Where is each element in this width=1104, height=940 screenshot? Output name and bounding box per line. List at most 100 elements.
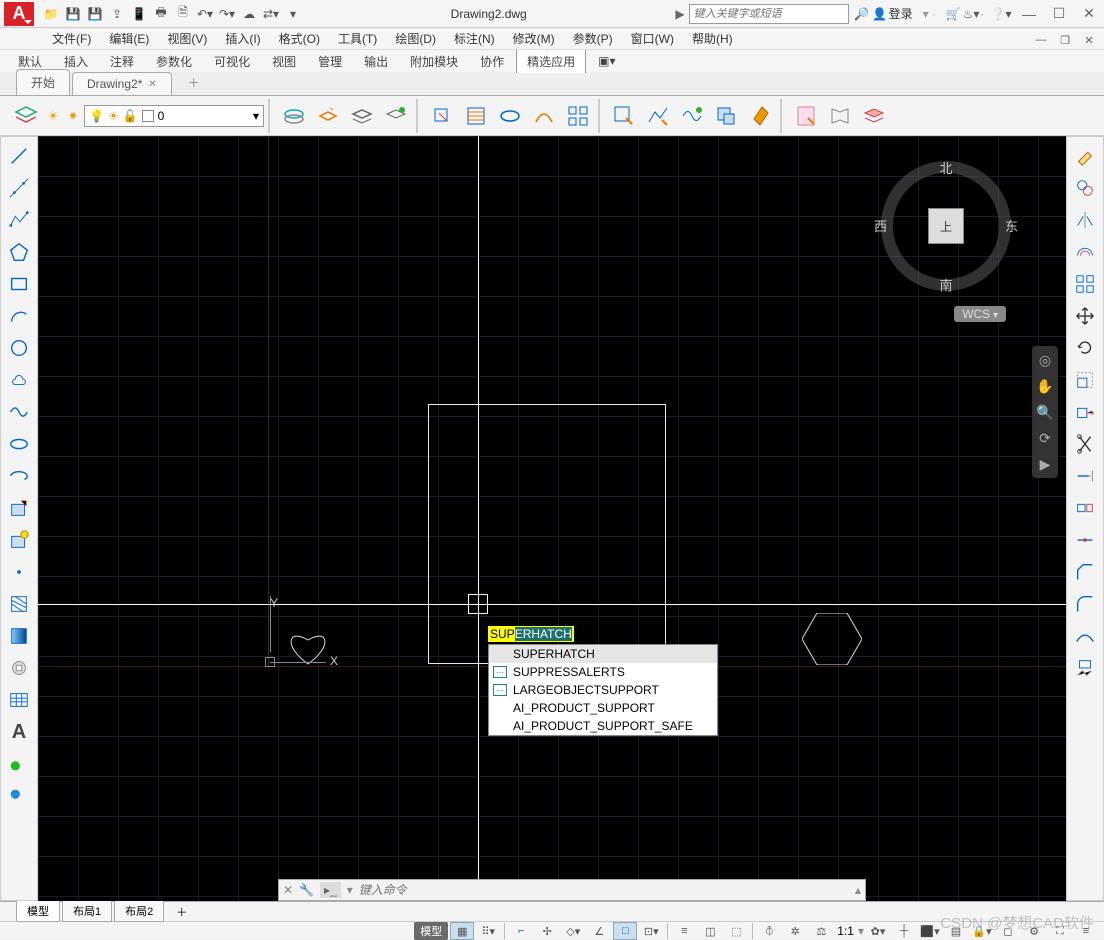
maximize-button[interactable]: ☐ (1048, 4, 1070, 24)
menu-tools[interactable]: 工具(T) (330, 28, 385, 49)
rtab-annotate[interactable]: 注释 (100, 50, 144, 73)
autocomplete-item[interactable]: ⋯SUPPRESSALERTS (489, 663, 717, 681)
open-icon[interactable]: 📁 (42, 5, 60, 23)
doc-close-button[interactable]: ✕ (1078, 30, 1100, 50)
app-menu-button[interactable]: A (4, 2, 34, 26)
join-icon[interactable] (1069, 525, 1101, 555)
doc-tab-start[interactable]: 开始 (16, 69, 70, 95)
rtab-visualize[interactable]: 可视化 (204, 50, 260, 73)
viewcube-top[interactable]: 上 (928, 208, 964, 244)
qat-more-icon[interactable]: ▾ (284, 5, 302, 23)
menu-draw[interactable]: 绘图(D) (387, 28, 444, 49)
print-icon[interactable]: 🖶 (152, 5, 170, 23)
orbit-icon[interactable]: ⟳ (1035, 428, 1055, 448)
edit-hatch-icon[interactable] (608, 100, 640, 132)
help-icon[interactable]: ❔▾ (992, 5, 1010, 23)
notebook-icon[interactable] (790, 100, 822, 132)
layout-tab-1[interactable]: 布局1 (62, 901, 112, 922)
text-icon[interactable]: A (3, 717, 35, 747)
cmdline-close-icon[interactable]: ✕ (283, 883, 293, 897)
pan-icon[interactable]: ✋ (1035, 376, 1055, 396)
command-line[interactable]: ✕ 🔧 ▸_ ▾ ▴ (278, 879, 866, 901)
layout-tab-model[interactable]: 模型 (16, 901, 60, 922)
layer-walk-icon[interactable] (346, 100, 378, 132)
doc-tab-drawing2[interactable]: Drawing2*✕ (72, 72, 172, 95)
block-editor-icon[interactable] (710, 100, 742, 132)
gradient-icon[interactable] (3, 621, 35, 651)
command-input[interactable] (359, 883, 849, 897)
extend-icon[interactable] (1069, 461, 1101, 491)
customize-icon[interactable]: ≡ (1074, 922, 1098, 940)
ribbon-expand-icon[interactable]: ▣▾ (588, 51, 625, 71)
rtab-collab[interactable]: 协作 (470, 50, 514, 73)
trim-icon[interactable] (1069, 429, 1101, 459)
layers-red-icon[interactable] (858, 100, 890, 132)
grid-toggle[interactable]: ▦ (450, 922, 474, 940)
layout-add-button[interactable]: ＋ (166, 902, 197, 922)
stretch-icon[interactable] (1069, 397, 1101, 427)
copy-icon[interactable] (1069, 173, 1101, 203)
erase-icon[interactable] (1069, 141, 1101, 171)
iso-toggle[interactable]: ◇▾ (561, 922, 585, 940)
menu-format[interactable]: 格式(O) (271, 28, 328, 49)
polyline-icon[interactable] (3, 205, 35, 235)
model-badge[interactable]: 模型 (414, 922, 448, 940)
revcloud-icon[interactable] (3, 365, 35, 395)
scale-label[interactable]: 1:1 (837, 924, 854, 938)
menu-view[interactable]: 视图(V) (159, 28, 215, 49)
doc-restore-button[interactable]: ❐ (1054, 30, 1076, 50)
layer-sun-icon[interactable]: ☀ (44, 100, 62, 132)
point-icon[interactable] (3, 557, 35, 587)
book-icon[interactable] (824, 100, 856, 132)
autocomplete-item[interactable]: AI_PRODUCT_SUPPORT_SAFE (489, 717, 717, 735)
share-icon[interactable]: ⇄▾ (262, 5, 280, 23)
apps-icon[interactable]: ♨▾ (962, 5, 980, 23)
menu-param[interactable]: 参数(P) (565, 28, 621, 49)
menu-help[interactable]: 帮助(H) (684, 28, 741, 49)
steering-wheel-icon[interactable]: ◎ (1035, 350, 1055, 370)
rtab-view[interactable]: 视图 (262, 50, 306, 73)
lineweight-toggle[interactable]: ≡ (672, 922, 696, 940)
isolate-icon[interactable]: ◻ (996, 922, 1020, 940)
file-icon[interactable]: 🗎 (174, 5, 192, 23)
cmdline-config-icon[interactable]: 🔧 (299, 883, 314, 897)
ortho-toggle[interactable]: ⌐ (509, 922, 533, 940)
autocomplete-item[interactable]: AI_PRODUCT_SUPPORT (489, 699, 717, 717)
blend-icon[interactable] (1069, 621, 1101, 651)
arc-icon[interactable] (3, 301, 35, 331)
dynamic-input[interactable]: SUPERHATCH (488, 626, 574, 642)
saveall-icon[interactable]: 💾 (86, 5, 104, 23)
layer-iso-icon[interactable] (312, 100, 344, 132)
showmotion-icon[interactable]: ▶ (1035, 454, 1055, 474)
ellipse-icon[interactable] (3, 429, 35, 459)
rectangle-icon[interactable] (3, 269, 35, 299)
mobile-icon[interactable]: 📱 (130, 5, 148, 23)
layer-dropdown[interactable]: 💡☀🔓 0 ▾ (84, 105, 264, 127)
fillet-icon[interactable] (1069, 589, 1101, 619)
2d-osnap-toggle[interactable]: ⊡▾ (639, 922, 663, 940)
close-tab-icon[interactable]: ✕ (148, 79, 156, 90)
autocomplete-item[interactable]: SUPERHATCH (489, 645, 717, 663)
rtab-output[interactable]: 输出 (354, 50, 398, 73)
search-input[interactable] (694, 8, 844, 20)
rotate-icon[interactable] (1069, 333, 1101, 363)
doc-minimize-button[interactable]: — (1030, 30, 1052, 50)
viewcube[interactable]: 北 南 西 东 上 (876, 156, 1016, 296)
arc-tool-icon[interactable] (528, 100, 560, 132)
menu-file[interactable]: 文件(F) (44, 28, 99, 49)
units-icon[interactable]: ⬛▾ (918, 922, 942, 940)
region-icon[interactable] (3, 653, 35, 683)
osnap-toggle[interactable]: ∠ (587, 922, 611, 940)
wcs-badge[interactable]: WCS ▾ (954, 306, 1006, 322)
edit-spline-icon[interactable] (676, 100, 708, 132)
array-icon[interactable] (562, 100, 594, 132)
spline-icon[interactable] (3, 397, 35, 427)
layer-match-icon[interactable] (380, 100, 412, 132)
make-block-icon[interactable] (3, 525, 35, 555)
break-icon[interactable] (1069, 493, 1101, 523)
save-icon[interactable]: 💾 (64, 5, 82, 23)
zoom-icon[interactable]: 🔍 (1035, 402, 1055, 422)
autoscale-icon[interactable]: ⚖ (809, 922, 833, 940)
chamfer-icon[interactable] (1069, 557, 1101, 587)
undo-icon[interactable]: ↶▾ (196, 5, 214, 23)
